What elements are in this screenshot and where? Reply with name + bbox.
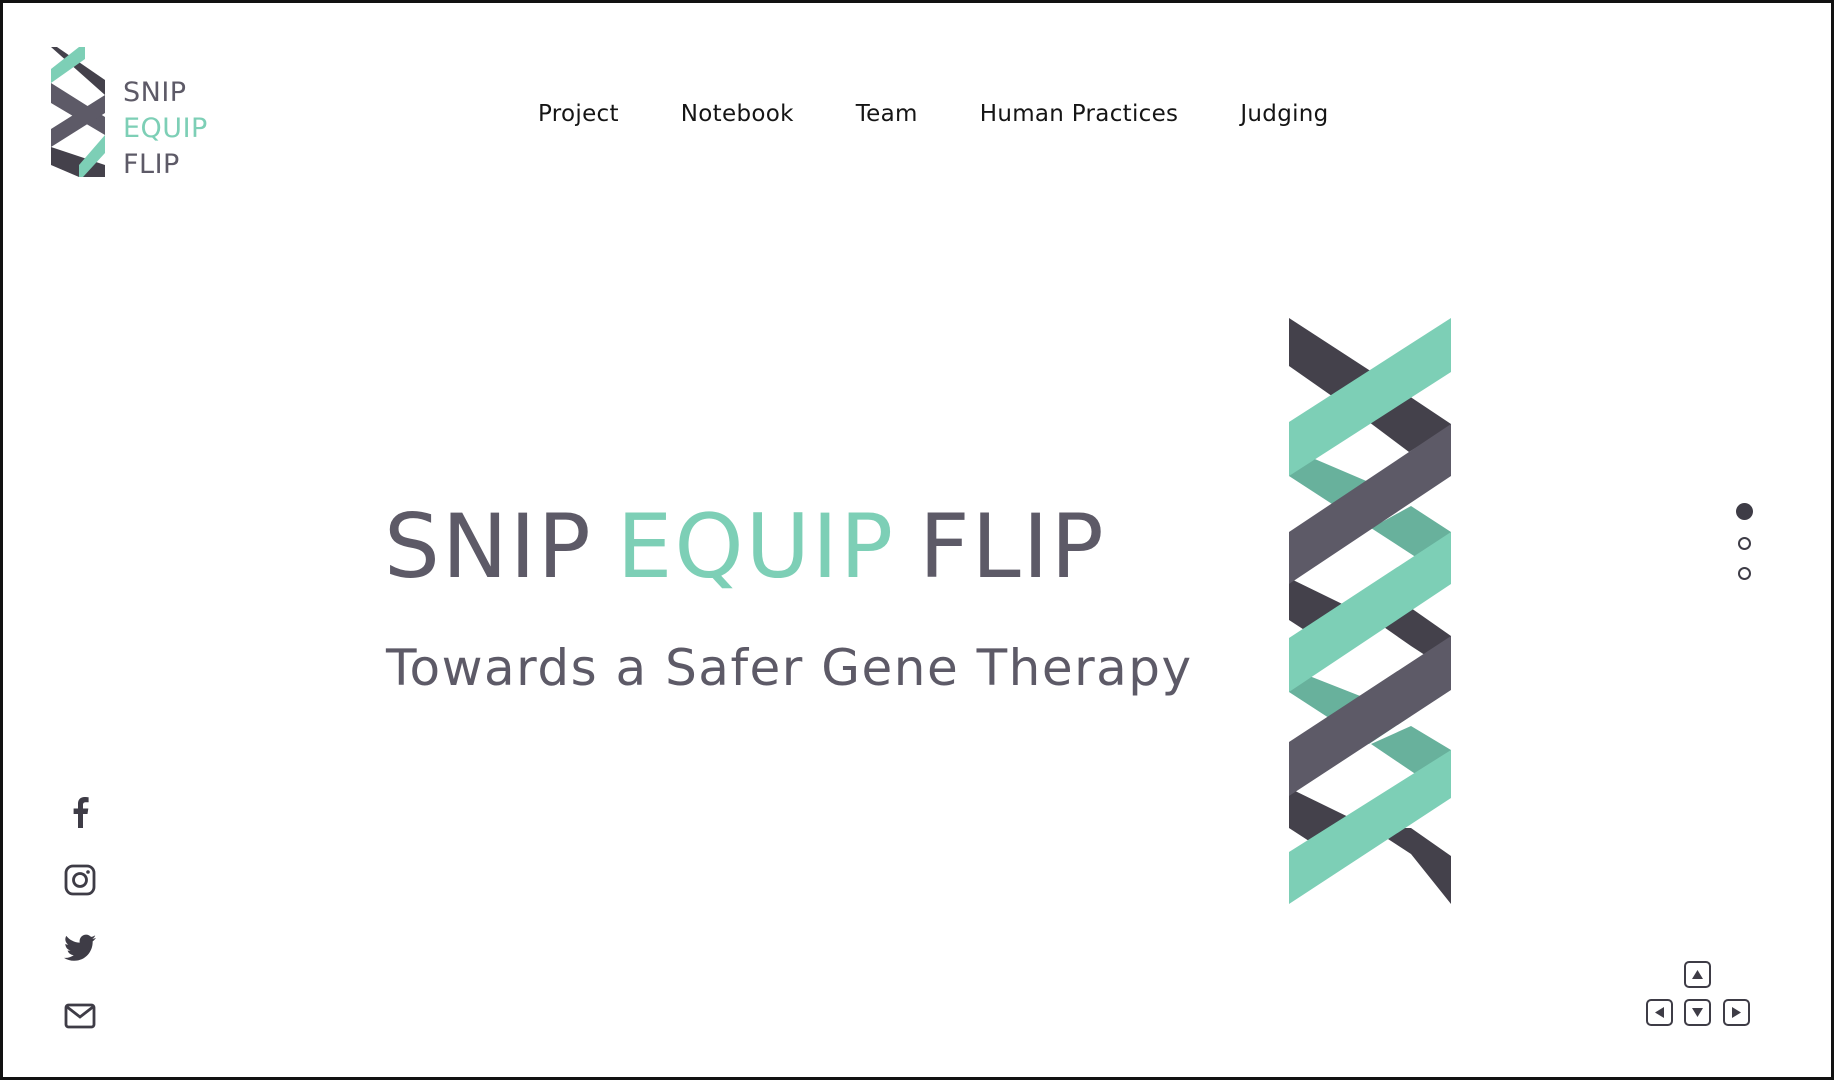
logo-word-snip: SNIP [123,77,187,108]
nav-item-project[interactable]: Project [538,101,619,127]
twitter-icon [64,934,96,961]
nav-item-team[interactable]: Team [856,101,918,127]
arrow-right-key-icon [1732,1007,1741,1018]
instagram-icon [64,864,96,896]
hero-word-snip: SNIP [384,495,593,598]
slide-indicator [1736,503,1753,580]
arrow-down-key[interactable] [1684,999,1711,1026]
nav-item-notebook[interactable]: Notebook [681,101,794,127]
mail-link[interactable] [63,1001,97,1031]
main-nav: Project Notebook Team Human Practices Ju… [538,101,1329,127]
mail-icon [64,1003,96,1029]
arrow-up-key-icon [1692,970,1703,979]
nav-item-human-practices[interactable]: Human Practices [980,101,1179,127]
slide-dot-3[interactable] [1738,567,1751,580]
keyboard-navigation-hint [1646,961,1758,1033]
facebook-icon [73,797,89,828]
arrow-left-key[interactable] [1646,999,1673,1026]
nav-item-judging[interactable]: Judging [1240,101,1328,127]
logo-word-equip: EQUIP [123,113,208,144]
slide-dot-1[interactable] [1736,503,1753,520]
slide-dot-2[interactable] [1738,537,1751,550]
twitter-link[interactable] [63,933,97,963]
hero-word-equip: EQUIP [616,495,896,598]
hero-subtitle: Towards a Safer Gene Therapy [386,639,1193,697]
arrow-down-key-icon [1692,1008,1703,1017]
facebook-link[interactable] [63,797,97,828]
social-links [63,797,97,1031]
instagram-link[interactable] [63,864,97,896]
page-frame: SNIP EQUIP FLIP Project Notebook Team Hu… [0,0,1834,1080]
logo-word-flip: FLIP [123,149,180,180]
hero-word-flip: FLIP [919,495,1106,598]
dna-logo-icon [51,47,105,177]
arrow-up-key[interactable] [1684,961,1711,988]
hero-title: SNIP EQUIP FLIP [384,497,1106,597]
arrow-right-key[interactable] [1723,999,1750,1026]
arrow-left-key-icon [1655,1007,1664,1018]
logo-wordmark: SNIP EQUIP FLIP [123,75,208,183]
site-logo[interactable]: SNIP EQUIP FLIP [49,47,208,183]
dna-helix-graphic [1289,318,1451,904]
